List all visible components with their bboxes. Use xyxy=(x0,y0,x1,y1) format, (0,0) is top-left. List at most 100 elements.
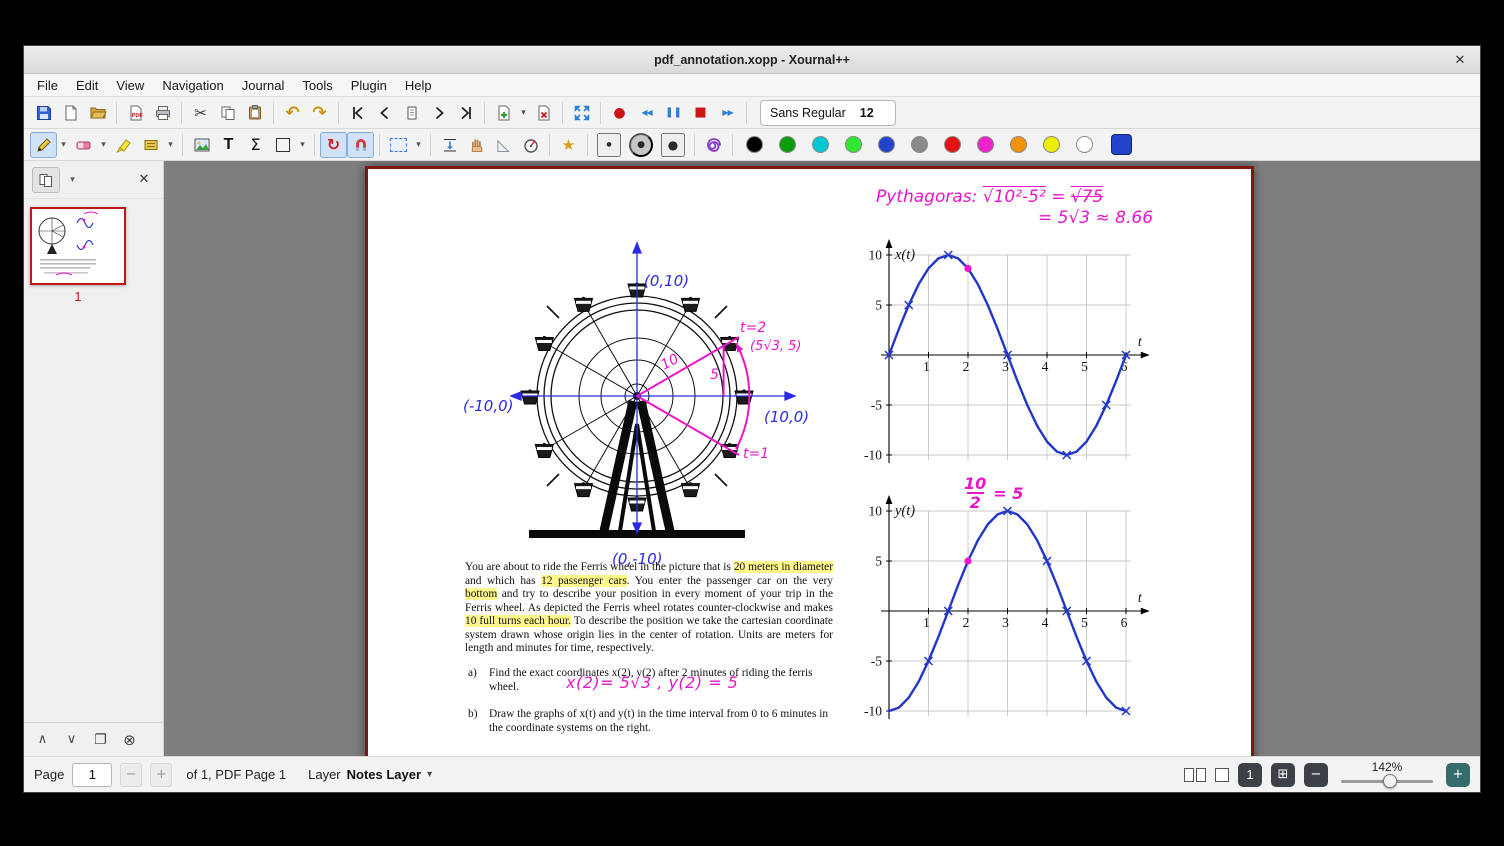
menu-journal[interactable]: Journal xyxy=(233,76,294,95)
paste-button[interactable] xyxy=(241,100,268,126)
menu-file[interactable]: File xyxy=(28,76,67,95)
highlighted-text: 12 passenger cars xyxy=(541,574,627,587)
duplicate-page-button[interactable]: ❐ xyxy=(88,728,113,752)
first-page-button[interactable] xyxy=(344,100,371,126)
move-page-up-button[interactable]: ∧ xyxy=(30,728,55,752)
delete-page-sidebar-button[interactable]: ⊗ xyxy=(117,728,142,752)
color-blue[interactable] xyxy=(878,136,895,153)
sidebar-dropdown[interactable]: ▾ xyxy=(66,167,79,193)
new-document-button[interactable] xyxy=(57,100,84,126)
move-page-down-button[interactable]: ∨ xyxy=(59,728,84,752)
question-b-text: Draw the graphs of x(t) and y(t) in the … xyxy=(489,708,829,734)
menu-tools[interactable]: Tools xyxy=(293,76,341,95)
size-medium-button[interactable]: ● xyxy=(629,132,653,157)
dual-page-view-button[interactable] xyxy=(1184,767,1206,782)
svg-text:5: 5 xyxy=(875,554,882,569)
zoom-out-button[interactable]: − xyxy=(1304,762,1328,787)
separator xyxy=(694,133,695,156)
zoom-fit-button[interactable]: ⊞ xyxy=(1271,762,1295,787)
page-decrement-button[interactable]: − xyxy=(120,762,143,787)
cut-button[interactable]: ✂ xyxy=(187,100,214,126)
page-increment-button[interactable]: + xyxy=(150,762,173,787)
color-orange[interactable] xyxy=(1010,136,1027,153)
rect-select-tool-button[interactable] xyxy=(385,132,412,158)
color-cyan[interactable] xyxy=(812,136,829,153)
spline-tool-button[interactable] xyxy=(700,132,727,158)
eraser-tool-button[interactable] xyxy=(70,132,97,158)
zoom-slider-thumb[interactable] xyxy=(1383,774,1397,788)
zoom-in-button[interactable]: + xyxy=(1446,762,1470,787)
new-page-dropdown[interactable]: ▾ xyxy=(517,100,530,126)
tex-tool-button[interactable]: Σ xyxy=(242,132,269,158)
stop-button[interactable]: ■ xyxy=(687,100,714,126)
select-options-dropdown[interactable]: ▾ xyxy=(412,132,425,158)
pdf-text-options-dropdown[interactable]: ▾ xyxy=(164,132,177,158)
font-selector[interactable]: Sans Regular 12 xyxy=(760,99,896,126)
image-tool-button[interactable] xyxy=(188,132,215,158)
print-button[interactable] xyxy=(149,100,176,126)
text-tool-button[interactable]: T xyxy=(215,132,242,158)
color-white[interactable] xyxy=(1076,136,1093,153)
svg-text:PDF: PDF xyxy=(131,113,143,119)
pdf-page[interactable]: (0,10) (-10,0) (10,0) (0,-10) t=2 (5√3, … xyxy=(365,166,1254,756)
forward-button[interactable]: ▶▶ xyxy=(714,100,741,126)
single-page-view-button[interactable] xyxy=(1215,767,1229,782)
size-thick-button[interactable]: ● xyxy=(661,132,685,157)
compass-tool-button[interactable] xyxy=(517,132,544,158)
save-button[interactable] xyxy=(30,100,57,126)
vertical-space-tool-button[interactable] xyxy=(436,132,463,158)
sidebar-close-button[interactable]: ✕ xyxy=(133,172,155,187)
shape-tool-button[interactable] xyxy=(269,132,296,158)
handwriting-answer: x(2)= 5√3 , y(2) = 5 xyxy=(566,673,739,692)
color-green[interactable] xyxy=(779,136,796,153)
window-close-button[interactable]: ✕ xyxy=(1450,50,1470,70)
highlighter-tool-button[interactable] xyxy=(110,132,137,158)
rewind-button[interactable]: ◀◀ xyxy=(633,100,660,126)
color-light-green[interactable] xyxy=(845,136,862,153)
delete-page-button[interactable] xyxy=(530,100,557,126)
record-button[interactable]: ● xyxy=(606,100,633,126)
page-thumbnail[interactable] xyxy=(30,207,126,285)
highlighted-text: 10 full turns each hour. xyxy=(465,615,571,628)
setsquare-tool-button[interactable]: ◺ xyxy=(490,132,517,158)
undo-button[interactable]: ↶ xyxy=(279,100,306,126)
color-black[interactable] xyxy=(746,136,763,153)
color-chooser-button[interactable] xyxy=(1111,134,1132,155)
color-gray[interactable] xyxy=(911,136,928,153)
copy-button[interactable] xyxy=(214,100,241,126)
shape-recognizer-toggle[interactable]: ↻ xyxy=(320,131,347,158)
size-fine-button[interactable]: ● xyxy=(597,132,621,157)
goto-page-button[interactable] xyxy=(398,100,425,126)
fullscreen-button[interactable] xyxy=(568,100,595,126)
eraser-options-dropdown[interactable]: ▾ xyxy=(97,132,110,158)
new-page-after-button[interactable] xyxy=(490,100,517,126)
menu-help[interactable]: Help xyxy=(396,76,441,95)
redo-button[interactable]: ↷ xyxy=(306,100,333,126)
preview-pane-button[interactable] xyxy=(32,166,60,193)
menu-view[interactable]: View xyxy=(107,76,153,95)
document-canvas[interactable]: (0,10) (-10,0) (10,0) (0,-10) t=2 (5√3, … xyxy=(164,161,1480,756)
shape-options-dropdown[interactable]: ▾ xyxy=(296,132,309,158)
last-page-button[interactable] xyxy=(452,100,479,126)
pen-options-dropdown[interactable]: ▾ xyxy=(57,132,70,158)
menu-navigation[interactable]: Navigation xyxy=(153,76,232,95)
color-red[interactable] xyxy=(944,136,961,153)
page-number-input[interactable] xyxy=(72,762,113,787)
zoom-slider[interactable] xyxy=(1341,774,1433,788)
pages-per-row-button[interactable]: 1 xyxy=(1238,762,1262,787)
select-pdf-text-tool-button[interactable] xyxy=(137,132,164,158)
menu-edit[interactable]: Edit xyxy=(67,76,107,95)
open-button[interactable] xyxy=(84,100,111,126)
color-magenta[interactable] xyxy=(977,136,994,153)
layer-selector[interactable]: Layer Notes Layer ▾ xyxy=(308,767,432,782)
menu-plugin[interactable]: Plugin xyxy=(342,76,396,95)
color-yellow[interactable] xyxy=(1043,136,1060,153)
pen-tool-button[interactable] xyxy=(30,131,57,158)
hand-tool-button[interactable] xyxy=(463,132,490,158)
export-pdf-button[interactable]: PDF xyxy=(122,100,149,126)
previous-page-button[interactable] xyxy=(371,100,398,126)
next-page-button[interactable] xyxy=(425,100,452,126)
star-tool-button[interactable]: ★ xyxy=(555,132,582,158)
pause-button[interactable]: ❚❚ xyxy=(660,100,687,126)
snapping-toggle[interactable] xyxy=(347,131,374,158)
